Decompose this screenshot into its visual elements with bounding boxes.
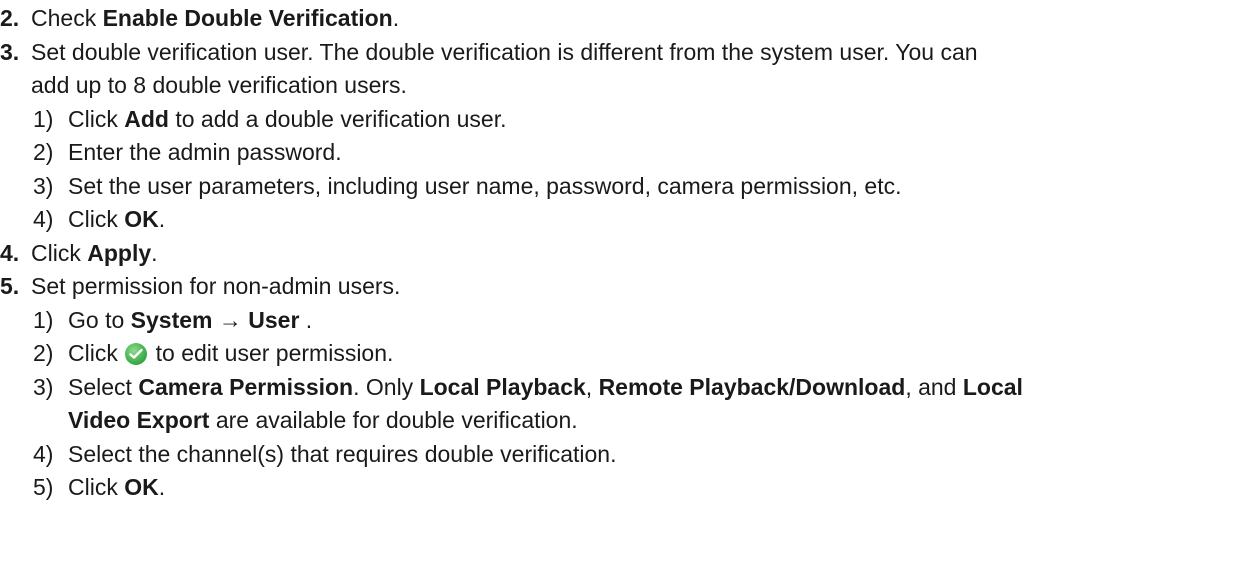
substep-text: are available for double verification. [209, 407, 578, 433]
substep-number: 1) [33, 105, 54, 132]
substep-text: . [158, 474, 166, 500]
substep-5-3: 3) Select Camera Permission. Only Local P… [0, 371, 1259, 405]
substep-text: . Only [353, 373, 420, 400]
substep-bold-term: Local [962, 373, 1023, 400]
substep-number: 3) [33, 172, 54, 199]
substep-bold-term: Add [124, 105, 169, 132]
substep-3-1: 1) Click Add to add a double verification… [0, 103, 1259, 137]
step-bold-term: Apply [87, 239, 152, 266]
substep-text: to add a double verification user. [168, 105, 507, 132]
substep-text: Select the channel(s) that requires doub… [68, 440, 617, 467]
substep-text: . [158, 206, 166, 232]
substep-text: Click [68, 105, 125, 132]
step-punct: . [151, 239, 158, 266]
step-2: 2. Check Enable Double Verification. [0, 2, 1259, 36]
substep-text: Go to [68, 306, 131, 333]
substep-bold-term: System → User [130, 306, 300, 333]
substep-bold-term: Video Export [68, 407, 210, 433]
step-5: 5. Set permission for non-admin users. [0, 270, 1259, 304]
substep-text: Select [68, 373, 139, 400]
substep-3-2: 2) Enter the admin password. [0, 136, 1259, 170]
step-bold-term: Enable Double Verification [102, 5, 393, 31]
substep-5-3-continuation: Video Export are available for double ve… [0, 404, 1259, 438]
substep-number: 4) [33, 206, 54, 232]
substep-text: to edit user permission. [149, 340, 394, 366]
step-text: Set double verification user. The double… [31, 38, 978, 65]
step-text: Set permission for non-admin users. [31, 273, 401, 299]
substep-text: , [585, 373, 599, 400]
substep-text: Click [68, 206, 125, 232]
step-3-continuation: add up to 8 double verification users. [0, 69, 1259, 103]
check-circle-icon [125, 343, 148, 365]
substep-bold-term: Camera Permission [138, 373, 354, 400]
substep-3-4: 4) Click OK. [0, 203, 1259, 237]
substep-bold-term: OK [124, 206, 159, 232]
substep-text: Enter the admin password. [68, 139, 342, 165]
substep-5-2: 2) Click to edit user permission. [0, 337, 1259, 371]
step-number: 5. [0, 273, 20, 299]
substep-text: Click [68, 340, 125, 366]
step-text: add up to 8 double verification users. [31, 72, 407, 98]
substep-5-5: 5) Click OK. [0, 471, 1259, 505]
substep-3-3: 3) Set the user parameters, including use… [0, 170, 1259, 204]
substep-bold-term: OK [124, 474, 159, 500]
step-text: Click [31, 239, 88, 266]
substep-number: 1) [33, 306, 54, 333]
step-number: 4. [0, 239, 20, 266]
substep-number: 2) [33, 340, 54, 366]
substep-text: Set the user parameters, including user … [68, 172, 902, 199]
instruction-document: 2. Check Enable Double Verification. 3. Se… [0, 0, 1259, 505]
substep-number: 2) [33, 139, 54, 165]
step-3: 3. Set double verification user. The doub… [0, 36, 1259, 70]
step-number: 2. [0, 5, 20, 31]
step-punct: . [392, 5, 400, 31]
substep-bold-term: Local Playback [419, 373, 586, 400]
substep-text: Click [68, 474, 125, 500]
step-number: 3. [0, 38, 20, 65]
substep-number: 3) [33, 373, 54, 400]
substep-5-4: 4) Select the channel(s) that requires do… [0, 438, 1259, 472]
substep-text: . [299, 306, 313, 333]
step-4: 4. Click Apply. [0, 237, 1259, 271]
substep-5-1: 1) Go to System → User . [0, 304, 1259, 338]
substep-bold-term: Remote Playback/Download [598, 373, 906, 400]
substep-number: 4) [33, 440, 54, 467]
substep-text: , and [905, 373, 963, 400]
substep-number: 5) [33, 474, 54, 500]
step-text: Check [31, 5, 103, 31]
